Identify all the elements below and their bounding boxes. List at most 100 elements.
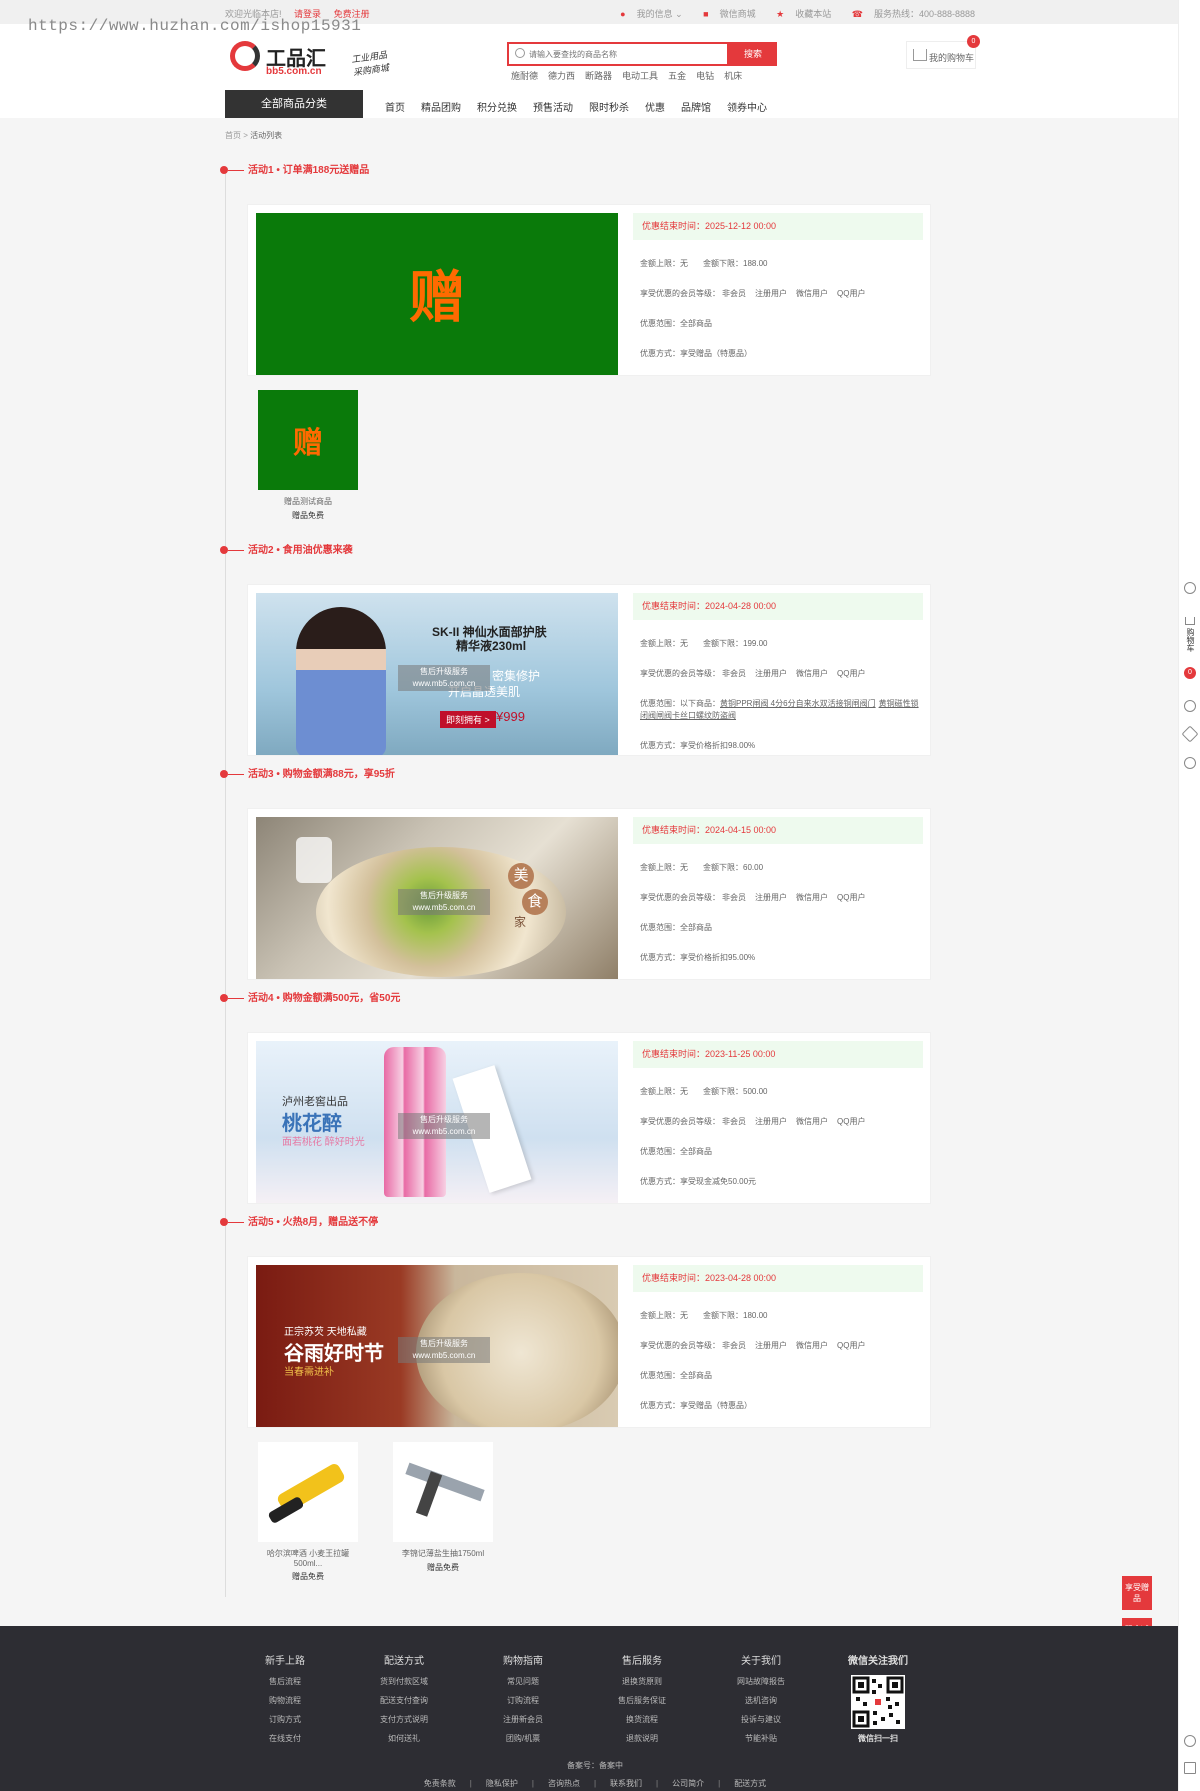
scope-product-link[interactable]: 黄铜PPR闸阀 4分6分自来水双活接铜闸阀门 bbox=[720, 699, 876, 708]
footer-link[interactable]: 常见问题 bbox=[483, 1676, 563, 1687]
member-level: 非会员 bbox=[722, 1117, 746, 1126]
discount-scope: 优惠范围：全部商品 bbox=[640, 1147, 712, 1156]
gift-name[interactable]: 李锦记薄盐生抽1750ml bbox=[393, 1548, 493, 1559]
favorite-star-icon[interactable] bbox=[1181, 725, 1199, 743]
discount-method: 优惠方式：享受价格折扣95.00% bbox=[640, 953, 756, 962]
my-info-link[interactable]: ● 我的信息 ⌄ bbox=[611, 9, 683, 19]
nav-item[interactable]: 预售活动 bbox=[533, 103, 573, 114]
icp-text: 备案号：备案中 bbox=[567, 1761, 623, 1770]
amount-lower: 金额下限：60.00 bbox=[703, 863, 764, 872]
favorite-link[interactable]: ★ 收藏本站 bbox=[767, 9, 831, 19]
amount-limits: 金额上限：无 金额下限：500.00 bbox=[633, 1086, 923, 1098]
gift-name[interactable]: 赠品测试商品 bbox=[258, 496, 358, 507]
activity-title[interactable]: 活动4 • 购物金额满500元，省50元 bbox=[220, 989, 400, 1004]
footer-link[interactable]: 退换货原则 bbox=[602, 1676, 682, 1687]
gift-image[interactable] bbox=[393, 1442, 493, 1542]
service-icon[interactable] bbox=[1184, 1735, 1196, 1747]
footer-bottom-link[interactable]: 隐私保护 bbox=[486, 1779, 518, 1788]
nav-item[interactable]: 限时秒杀 bbox=[589, 103, 629, 114]
nav-item[interactable]: 品牌馆 bbox=[681, 103, 711, 114]
footer-link[interactable]: 在线支付 bbox=[245, 1733, 325, 1744]
footer-link[interactable]: 如何送礼 bbox=[364, 1733, 444, 1744]
activity-title[interactable]: 活动1 • 订单满188元送赠品 bbox=[220, 161, 369, 176]
gift-item[interactable]: 哈尔滨啤酒 小麦王拉罐500ml... 赠品免费 bbox=[258, 1442, 358, 1582]
member-level: 非会员 bbox=[722, 289, 746, 298]
footer-link[interactable]: 配送支付查询 bbox=[364, 1695, 444, 1706]
hot-keyword[interactable]: 德力西 bbox=[548, 71, 575, 81]
search-input[interactable] bbox=[529, 46, 724, 62]
footer-link[interactable]: 选机咨询 bbox=[721, 1695, 801, 1706]
hot-keyword[interactable]: 施耐德 bbox=[511, 71, 538, 81]
site-logo[interactable]: 工品汇 bb5.com.cn 工业用品采购商城 bbox=[230, 40, 390, 80]
footer-bottom-link[interactable]: 公司简介 bbox=[672, 1779, 704, 1788]
footer-bottom-link[interactable]: 咨询热点 bbox=[548, 1779, 580, 1788]
discount-method: 优惠方式：享受价格折扣98.00% bbox=[640, 741, 756, 750]
breadcrumb-home[interactable]: 首页 bbox=[225, 131, 241, 140]
footer-link[interactable]: 网站故障报告 bbox=[721, 1676, 801, 1687]
nav-item[interactable]: 领券中心 bbox=[727, 103, 767, 114]
activity-title[interactable]: 活动2 • 食用油优惠来袭 bbox=[220, 541, 353, 556]
footer-link[interactable]: 购物流程 bbox=[245, 1695, 325, 1706]
nav-item[interactable]: 首页 bbox=[385, 103, 405, 114]
activity-banner-image[interactable]: 赠 bbox=[256, 213, 618, 375]
footer-column-title: 关于我们 bbox=[741, 1656, 781, 1667]
amount-limits: 金额上限：无 金额下限：188.00 bbox=[633, 258, 923, 270]
footer-link[interactable]: 订购方式 bbox=[245, 1714, 325, 1725]
hot-keyword[interactable]: 断路器 bbox=[585, 71, 612, 81]
hot-keyword[interactable]: 电钻 bbox=[696, 71, 714, 81]
gift-name[interactable]: 哈尔滨啤酒 小麦王拉罐500ml... bbox=[258, 1548, 358, 1568]
gift-item[interactable]: 赠赠品测试商品 赠品免费 bbox=[258, 390, 358, 521]
footer-link[interactable]: 注册新会员 bbox=[483, 1714, 563, 1725]
user-icon[interactable] bbox=[1184, 582, 1196, 594]
activity-banner-image[interactable]: 泸州老窖出品 桃花醉 面若桃花 醉好时光 售后升级服务 www.mb5.com.cn bbox=[256, 1041, 618, 1203]
footer-link[interactable]: 支付方式说明 bbox=[364, 1714, 444, 1725]
banner-watermark: 售后升级服务 www.mb5.com.cn bbox=[398, 1113, 490, 1139]
activity-banner-image[interactable]: SK-II 神仙水面部护肤 精华液230ml 密集修护 开启晶透美肌 即刻拥有 > ¥99… bbox=[256, 593, 618, 755]
gift-tag: 赠品免费 bbox=[427, 1563, 459, 1572]
activity-card: 正宗苏芡 天地私藏 谷雨好时节 当春需进补 售后升级服务 www.mb5.com.cn 优… bbox=[247, 1256, 931, 1428]
footer-link[interactable]: 团购/机票 bbox=[483, 1733, 563, 1744]
hot-keyword[interactable]: 电动工具 bbox=[622, 71, 658, 81]
member-level: 注册用户 bbox=[755, 289, 787, 298]
amount-lower: 金额下限：180.00 bbox=[703, 1311, 768, 1320]
footer-bottom-link[interactable]: 配送方式 bbox=[734, 1779, 766, 1788]
hot-keyword[interactable]: 五金 bbox=[668, 71, 686, 81]
footer-link[interactable]: 订购流程 bbox=[483, 1695, 563, 1706]
activity-banner-image[interactable]: 正宗苏芡 天地私藏 谷雨好时节 当春需进补 售后升级服务 www.mb5.com.cn bbox=[256, 1265, 618, 1427]
cart-button[interactable]: 我的购物车 0 bbox=[906, 35, 980, 69]
footer-link[interactable]: 售后服务保证 bbox=[602, 1695, 682, 1706]
member-levels-label: 享受优惠的会员等级： bbox=[640, 669, 720, 678]
all-categories-button[interactable]: 全部商品分类 bbox=[225, 90, 363, 118]
gift-item[interactable]: 李锦记薄盐生抽1750ml 赠品免费 bbox=[393, 1442, 493, 1573]
gift-image[interactable] bbox=[258, 1442, 358, 1542]
footer-link[interactable]: 节能补贴 bbox=[721, 1733, 801, 1744]
activity-info: 优惠结束时间：2024-04-28 00:00 金额上限：无 金额下限：199.00… bbox=[633, 593, 923, 752]
history-icon[interactable] bbox=[1184, 700, 1196, 712]
end-time: 优惠结束时间：2023-04-28 00:00 bbox=[633, 1265, 923, 1292]
coupon-icon[interactable] bbox=[1184, 757, 1196, 769]
footer-bottom-link[interactable]: 联系我们 bbox=[610, 1779, 642, 1788]
hot-keyword[interactable]: 机床 bbox=[724, 71, 742, 81]
gift-image[interactable]: 赠 bbox=[258, 390, 358, 490]
footer-link[interactable]: 投诉与建议 bbox=[721, 1714, 801, 1725]
header: 工品汇 bb5.com.cn 工业用品采购商城 搜索 施耐德德力西断路器电动工具… bbox=[0, 24, 1178, 118]
member-level: QQ用户 bbox=[837, 1341, 866, 1350]
price-text: ¥999 bbox=[496, 709, 525, 724]
member-levels-label: 享受优惠的会员等级： bbox=[640, 1341, 720, 1350]
float-button-1[interactable]: 享受赠品 bbox=[1122, 1576, 1152, 1610]
nav-item[interactable]: 精品团购 bbox=[421, 103, 461, 114]
footer-link[interactable]: 退款说明 bbox=[602, 1733, 682, 1744]
nav-item[interactable]: 积分兑换 bbox=[477, 103, 517, 114]
wechat-mall-link[interactable]: ■ 微信商城 bbox=[694, 9, 755, 19]
activity-title[interactable]: 活动3 • 购物金额满88元，享95折 bbox=[220, 765, 395, 780]
footer-link[interactable]: 售后流程 bbox=[245, 1676, 325, 1687]
sidebar-cart[interactable]: 购物车 bbox=[1184, 617, 1196, 655]
activity-title[interactable]: 活动5 • 火热8月，赠品送不停 bbox=[220, 1213, 378, 1228]
activity-banner-image[interactable]: 美食家售后升级服务 www.mb5.com.cn bbox=[256, 817, 618, 979]
footer-bottom-link[interactable]: 免责条款 bbox=[424, 1779, 456, 1788]
search-button[interactable]: 搜索 bbox=[729, 42, 777, 66]
footer-link[interactable]: 货到付款区域 bbox=[364, 1676, 444, 1687]
footer-link[interactable]: 换货流程 bbox=[602, 1714, 682, 1725]
wechat-qr: 微信关注我们 微信扫一扫 bbox=[848, 1656, 908, 1743]
nav-item[interactable]: 优惠 bbox=[645, 103, 665, 114]
